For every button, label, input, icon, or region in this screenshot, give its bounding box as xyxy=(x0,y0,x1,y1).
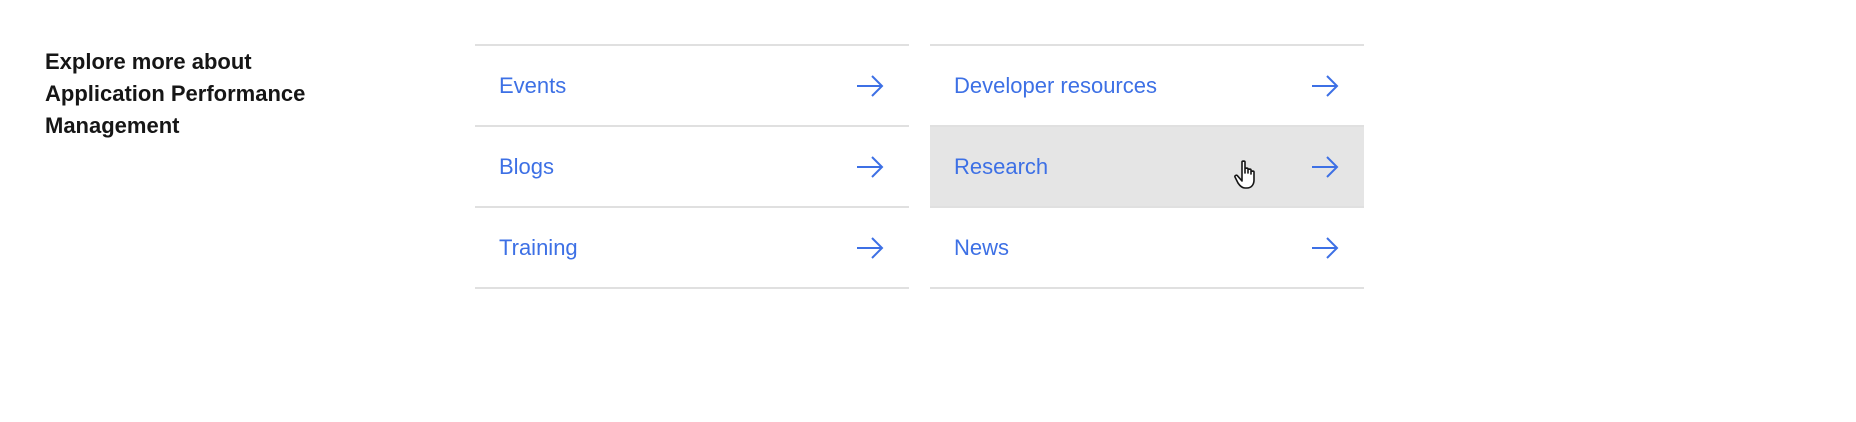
link-research[interactable]: Research xyxy=(930,127,1364,208)
arrow-right-icon xyxy=(857,236,884,259)
link-label: Developer resources xyxy=(954,72,1157,98)
arrow-right-icon xyxy=(1312,236,1339,259)
link-label: News xyxy=(954,234,1010,260)
hand-pointer-icon xyxy=(1234,160,1255,189)
links-column-left: Events Blogs Training xyxy=(475,44,909,289)
link-events[interactable]: Events xyxy=(475,46,909,127)
arrow-right-icon xyxy=(857,155,884,178)
section-heading: Explore more about Application Performan… xyxy=(45,49,306,138)
link-label: Events xyxy=(499,72,567,98)
links-column-right: Developer resources Research News xyxy=(930,44,1364,289)
links-grid: Events Blogs Training Developer resource… xyxy=(475,44,1364,289)
link-training[interactable]: Training xyxy=(475,208,909,289)
link-label: Research xyxy=(954,153,1049,179)
link-developer-resources[interactable]: Developer resources xyxy=(930,46,1364,127)
arrow-right-icon xyxy=(1312,155,1339,178)
link-label: Blogs xyxy=(499,153,555,179)
explore-more-section: Explore more about Application Performan… xyxy=(0,0,1856,422)
arrow-right-icon xyxy=(1312,74,1339,97)
link-label: Training xyxy=(499,234,578,260)
arrow-right-icon xyxy=(857,74,884,97)
link-news[interactable]: News xyxy=(930,208,1364,289)
link-blogs[interactable]: Blogs xyxy=(475,127,909,208)
